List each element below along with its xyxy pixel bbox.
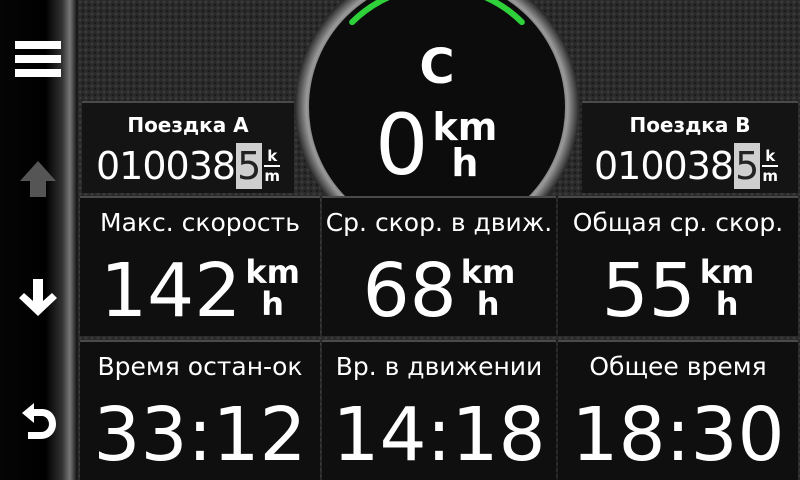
speed-unit-top: km [432,105,498,149]
arrow-up-icon [20,161,56,197]
speed-unit-bottom: h [451,141,479,185]
back-button[interactable] [0,386,76,456]
menu-button[interactable] [0,24,76,94]
moving-avg-speed-unit-top: km [460,253,516,291]
total-time-field[interactable]: Общее время 18:30 [558,340,798,480]
speed-unit: km h [432,105,498,185]
trip-a-last-digit: 5 [236,143,263,189]
moving-avg-speed-unit-bottom: h [476,285,500,323]
overall-avg-speed-label: Общая ср. скор. [572,208,784,237]
total-time-number: 18:30 [571,392,785,478]
trip-b-unit-top: k [765,147,776,165]
max-speed-unit-bottom: h [261,285,285,323]
total-time-value: 18:30 [558,390,798,480]
overall-avg-speed-unit-top: km [699,253,755,291]
overall-avg-speed-number: 55 [601,248,696,334]
moving-time-number: 14:18 [332,392,546,478]
trip-b-panel[interactable]: Поездка B 010038 5 k m [582,101,798,193]
moving-avg-speed-value: 68 km h [322,246,556,336]
hamburger-menu-icon [15,41,61,77]
trip-a-unit-bottom: m [264,167,281,185]
trip-a-odometer: 010038 5 k m [96,143,281,189]
trip-b-unit-bottom: m [762,167,779,185]
max-speed-number: 142 [100,248,242,334]
current-speed: 0 km h [375,100,497,190]
scroll-down-button[interactable] [0,262,76,332]
max-speed-value: 142 km h [80,246,320,336]
overall-avg-speed-unit: km h [700,256,755,320]
stopped-time-value: 33:12 [80,390,320,480]
stopped-time-label: Время остан-ок [97,352,303,381]
trip-b-title: Поездка B [629,113,751,137]
max-speed-unit-top: km [245,253,300,291]
trip-b-last-digit: 5 [734,143,761,189]
moving-avg-speed-field[interactable]: Ср. скор. в движ. 68 km h [322,196,556,336]
total-time-label: Общее время [589,352,767,381]
max-speed-unit: km h [245,256,300,320]
trip-a-unit: k m [264,143,281,189]
moving-avg-speed-label: Ср. скор. в движ. [325,208,553,237]
overall-avg-speed-unit-bottom: h [715,285,739,323]
trip-b-unit: k m [762,143,779,189]
overall-avg-speed-value: 55 km h [558,246,798,336]
moving-avg-speed-unit: km h [461,256,516,320]
trip-b-odometer: 010038 5 k m [594,143,779,189]
trip-a-title: Поездка A [127,113,249,137]
stopped-time-number: 33:12 [93,392,307,478]
moving-time-label: Вр. в движении [335,352,543,381]
max-speed-label: Макс. скорость [100,208,300,237]
max-speed-field[interactable]: Макс. скорость 142 km h [80,196,320,336]
speed-value: 0 [375,96,429,194]
back-arrow-icon [22,403,56,439]
arrow-down-icon [19,279,57,316]
trip-a-panel[interactable]: Поездка A 010038 5 k m [82,101,294,193]
stopped-time-field[interactable]: Время остан-ок 33:12 [80,340,320,480]
compass-heading: C [419,39,455,95]
moving-time-value: 14:18 [322,390,556,480]
overall-avg-speed-field[interactable]: Общая ср. скор. 55 km h [558,196,798,336]
scroll-up-button[interactable] [0,144,76,214]
moving-time-field[interactable]: Вр. в движении 14:18 [322,340,556,480]
trip-a-digits: 010038 [96,144,236,188]
moving-avg-speed-number: 68 [362,248,457,334]
trip-a-unit-top: k [267,147,278,165]
trip-b-digits: 010038 [594,144,734,188]
sidebar [0,0,76,480]
